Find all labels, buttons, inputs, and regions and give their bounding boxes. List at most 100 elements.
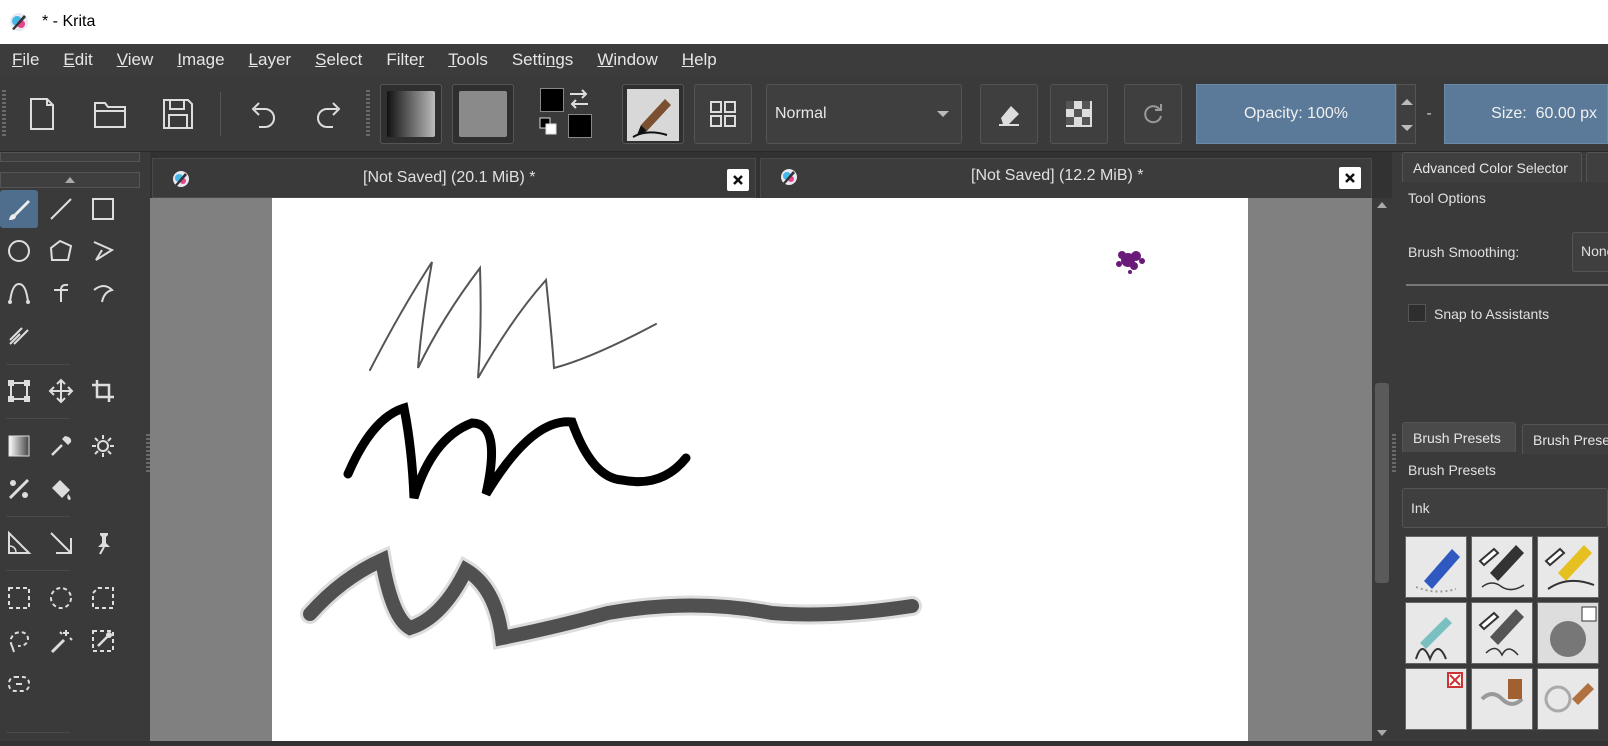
tab-tool-options[interactable] [1586, 152, 1608, 182]
brush-preset-thumbnail[interactable] [1537, 668, 1599, 730]
rectangle-tool[interactable] [84, 190, 122, 228]
assistant-tool[interactable] [42, 524, 80, 562]
canvas-vertical-scrollbar[interactable] [1372, 198, 1392, 741]
menu-item[interactable]: View [105, 44, 166, 76]
ellipse-select-icon [50, 587, 72, 609]
gradient-tool[interactable] [0, 427, 38, 465]
paint-bucket-icon [52, 480, 71, 500]
toolbox-scroll-up[interactable] [0, 172, 140, 188]
transform-tool[interactable] [0, 372, 38, 410]
brush-preset-thumbnail[interactable] [1405, 602, 1467, 664]
brush-smoothing-dropdown[interactable]: None [1572, 232, 1608, 272]
brush-preset-thumbnail[interactable] [1405, 668, 1467, 730]
tab-brush-presets[interactable]: Brush Presets [1402, 422, 1516, 452]
elliptical-selection-tool[interactable] [42, 579, 80, 617]
eraser-mode-button[interactable] [980, 84, 1038, 144]
document-tab-active[interactable]: [Not Saved] (12.2 MiB) * [760, 158, 1372, 198]
open-document-icon[interactable] [88, 92, 132, 136]
docker-resize-handle[interactable] [1392, 434, 1396, 474]
undo-icon[interactable] [240, 92, 284, 136]
scroll-up-icon[interactable] [1377, 202, 1387, 208]
brush-preset-thumbnail[interactable] [1405, 536, 1467, 598]
snap-to-assistants-checkbox[interactable] [1408, 304, 1426, 322]
brush-preset-thumbnail[interactable] [1471, 602, 1533, 664]
polyline-tool[interactable] [84, 232, 122, 270]
move-tool[interactable] [42, 372, 80, 410]
menu-item[interactable]: Filter [374, 44, 436, 76]
menu-item[interactable]: Help [670, 44, 729, 76]
ellipse-tool[interactable] [0, 232, 38, 270]
contiguous-selection-tool[interactable] [42, 622, 80, 660]
reset-colors-icon[interactable] [538, 116, 560, 138]
dynamic-brush-tool[interactable] [84, 274, 122, 312]
save-document-icon[interactable] [156, 92, 200, 136]
new-document-icon[interactable] [22, 92, 62, 136]
menu-item[interactable]: Window [585, 44, 669, 76]
reference-images-tool[interactable] [84, 524, 122, 562]
size-slider[interactable]: Size: 60.00 px [1444, 84, 1608, 144]
close-tab-button[interactable] [727, 169, 749, 191]
menu-item[interactable]: Tools [436, 44, 500, 76]
brush-editor-button[interactable] [694, 84, 752, 144]
line-tool[interactable] [42, 190, 80, 228]
brush-preset-thumbnail[interactable] [1537, 536, 1599, 598]
pattern-swatch [459, 91, 507, 137]
brush-preset-thumbnail[interactable] [1537, 602, 1599, 664]
bezier-selection-tool[interactable] [0, 665, 38, 703]
menu-item[interactable]: Edit [51, 44, 104, 76]
smart-patch-tool[interactable] [84, 427, 122, 465]
spin-up-icon[interactable] [1401, 99, 1413, 105]
close-tab-button[interactable] [1339, 167, 1361, 189]
blend-mode-dropdown[interactable]: Normal [766, 84, 962, 144]
menu-item-text-post: ile [22, 50, 40, 69]
reload-preset-button[interactable] [1124, 84, 1182, 144]
brush-preset-thumbnail[interactable] [1471, 536, 1533, 598]
foreground-color-swatch[interactable] [540, 88, 564, 112]
crop-tool[interactable] [84, 372, 122, 410]
tab-brush-presets-history[interactable]: Brush Prese [1522, 424, 1608, 454]
toolbar-separator [220, 92, 221, 136]
preset-tag-filter[interactable]: Ink [1402, 488, 1608, 528]
scrollbar-thumb[interactable] [1375, 383, 1389, 583]
colorize-mask-tool[interactable] [0, 470, 38, 508]
gradient-selector[interactable] [380, 84, 442, 144]
bezier-curve-tool[interactable] [0, 274, 38, 312]
opacity-slider[interactable]: Opacity: 100% [1196, 84, 1396, 144]
swap-colors-icon[interactable] [566, 86, 592, 112]
pattern-selector[interactable] [452, 84, 514, 144]
menu-item[interactable]: Layer [237, 44, 304, 76]
menu-item[interactable]: File [0, 44, 51, 76]
polygon-tool[interactable] [42, 232, 80, 270]
spin-down-icon[interactable] [1401, 125, 1413, 131]
color-sampler-tool[interactable] [42, 427, 80, 465]
brush-preset-thumbnail[interactable] [1471, 668, 1533, 730]
document-tab[interactable]: [Not Saved] (20.1 MiB) * [152, 158, 756, 198]
freehand-path-tool[interactable] [42, 274, 80, 312]
background-color-swatch[interactable] [568, 114, 592, 138]
opacity-spinner[interactable] [1396, 84, 1416, 144]
similar-color-selection-tool[interactable] [84, 622, 122, 660]
menu-item[interactable]: Select [303, 44, 374, 76]
toolbar-grip[interactable] [366, 90, 370, 138]
freehand-selection-tool[interactable] [0, 622, 38, 660]
menu-bar: File Edit View Image Layer Select Filter Tools S… [0, 44, 1608, 76]
brush-icon [9, 200, 30, 220]
fill-tool[interactable] [42, 470, 80, 508]
brush-preset-selector[interactable] [622, 84, 684, 144]
multibrush-tool[interactable] [0, 316, 38, 354]
scroll-down-icon[interactable] [1377, 730, 1387, 736]
menu-item-mnemonic: n [545, 50, 556, 69]
menu-item[interactable]: Image [165, 44, 236, 76]
menu-item[interactable]: Settings [500, 44, 585, 76]
canvas[interactable] [272, 198, 1248, 741]
redo-icon[interactable] [308, 92, 352, 136]
rectangular-selection-tool[interactable] [0, 579, 38, 617]
measure-tool[interactable] [0, 524, 38, 562]
checkerboard-icon [1066, 101, 1092, 127]
freehand-brush-tool[interactable] [0, 190, 38, 228]
preserve-alpha-button[interactable] [1050, 84, 1108, 144]
foreground-background-color-selector[interactable] [536, 84, 598, 144]
toolbar-grip[interactable] [2, 90, 6, 138]
tab-advanced-color-selector[interactable]: Advanced Color Selector [1402, 152, 1582, 182]
polygonal-selection-tool[interactable] [84, 579, 122, 617]
